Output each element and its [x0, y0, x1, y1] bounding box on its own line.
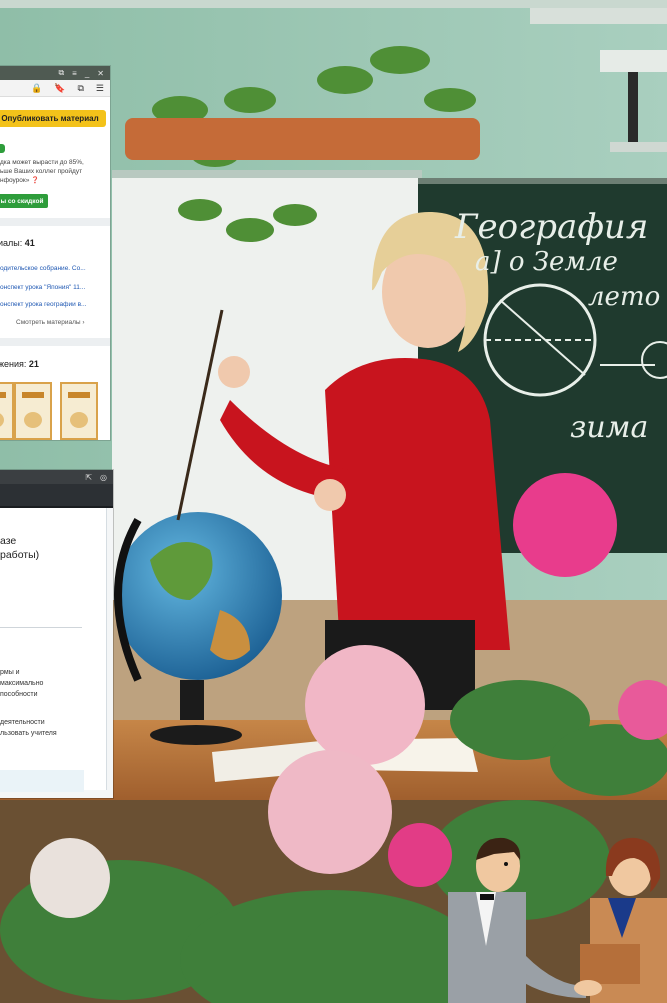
handshake-clipart: [448, 837, 667, 1003]
achievements-count: 21: [28, 359, 39, 369]
camera-icon[interactable]: ◎: [100, 473, 107, 482]
menu-icon[interactable]: ≡: [72, 69, 77, 78]
material-link-1[interactable]: одительское собрание. Со...: [0, 265, 86, 272]
browser-toolbar: 🔒 🔖 ⧉ ☰: [0, 80, 110, 97]
minimize-icon[interactable]: _: [85, 69, 89, 78]
publish-material-button[interactable]: Опубликовать материал: [0, 110, 106, 127]
certificate-thumbnail[interactable]: [0, 382, 14, 440]
title-line-1: азе: [0, 535, 17, 547]
document-title: азе работы): [0, 534, 39, 562]
document-panel-overlay: ⇱ ◎ азе работы) рмы и максимально пособн…: [0, 470, 113, 798]
document-footer: [0, 770, 84, 792]
materials-count: 41: [24, 238, 35, 248]
promo-line-3: нфоурок» ❓: [0, 177, 40, 184]
paragraph-1-line-3: пособности: [0, 691, 38, 698]
certificate-thumbnail[interactable]: [14, 382, 52, 440]
material-link-3[interactable]: онспект урока географии в...: [0, 301, 86, 308]
bookmark-icon[interactable]: 🔖: [54, 83, 65, 94]
close-icon[interactable]: ✕: [97, 69, 104, 78]
achievements-heading: жения: 21: [0, 359, 39, 369]
share-icon[interactable]: ⇱: [85, 473, 92, 482]
browser-title-bar: ⧉ ≡ _ ✕: [0, 66, 110, 80]
board-winter: зима: [570, 410, 648, 445]
see-all-materials-link[interactable]: Смотреть материалы ›: [16, 319, 85, 326]
promo-line-1: дка может вырасти до 85%,: [0, 159, 84, 166]
material-link-2[interactable]: онспект урока "Япония" 11...: [0, 284, 85, 291]
paragraph-2-line-2: льзовать учителя: [0, 730, 57, 737]
paragraph-2-line-1: деятельности: [0, 719, 45, 726]
discount-button[interactable]: ы со скидкой: [0, 194, 48, 208]
paragraph-1-line-1: рмы и: [0, 669, 20, 676]
document-divider: [0, 627, 82, 628]
lock-icon[interactable]: 🔒: [31, 83, 42, 94]
document-header-bar: ⇱ ◎: [0, 470, 113, 484]
status-indicator: [0, 144, 5, 153]
paragraph-1-line-2: максимально: [0, 680, 44, 687]
board-subtitle: а] о Земле: [475, 247, 618, 277]
tab-icon[interactable]: ⧉: [58, 68, 64, 78]
achievements-label: жения:: [0, 359, 27, 369]
profile-panel-overlay: ⧉ ≡ _ ✕ 🔒 🔖 ⧉ ☰ Опубликовать материал дк…: [0, 66, 110, 440]
section-divider: [0, 338, 110, 346]
document-toolbar: [0, 484, 113, 508]
materials-heading: иалы: 41: [0, 238, 35, 248]
classroom-scene: География а] о Земле лето зима ⧉ ≡ _ ✕ 🔒…: [0, 0, 667, 1003]
section-divider: [0, 218, 110, 226]
certificate-thumbnail[interactable]: [60, 382, 98, 440]
profile-icon[interactable]: ☰: [96, 83, 104, 94]
board-title: География: [454, 207, 648, 247]
collections-icon[interactable]: ⧉: [77, 83, 83, 94]
promo-description: дка может вырасти до 85%, ьше Ваших колл…: [0, 158, 108, 185]
promo-line-2: ьше Ваших коллег пройдут: [0, 168, 83, 175]
board-summer: лето: [588, 282, 660, 312]
document-body: азе работы) рмы и максимально пособности…: [0, 508, 113, 798]
document-page: азе работы) рмы и максимально пособности…: [0, 508, 107, 792]
title-line-2: работы): [0, 549, 40, 561]
materials-label: иалы:: [0, 238, 23, 248]
